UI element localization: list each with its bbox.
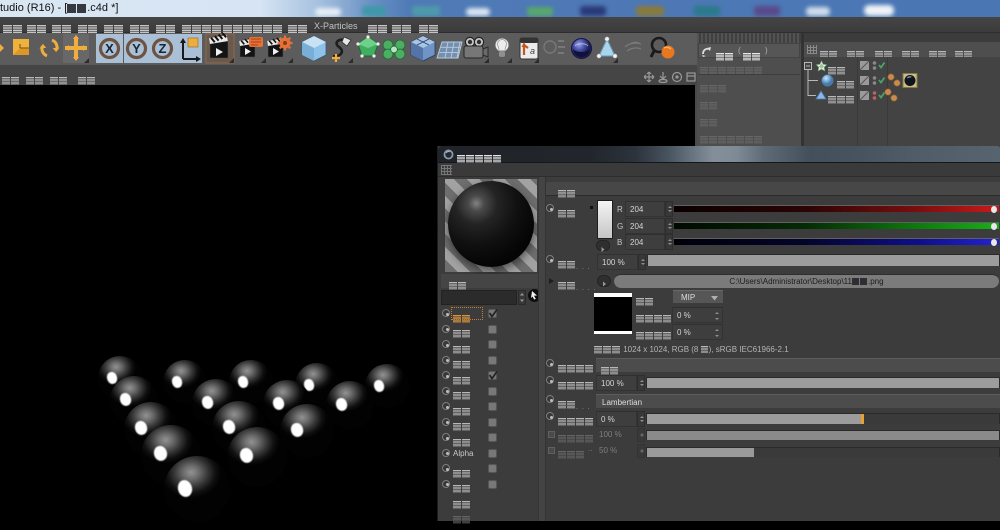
svg-text:a: a: [530, 46, 535, 56]
svg-text:Z: Z: [159, 41, 167, 56]
svg-text:X: X: [105, 41, 114, 56]
svg-text:Y: Y: [132, 41, 141, 56]
